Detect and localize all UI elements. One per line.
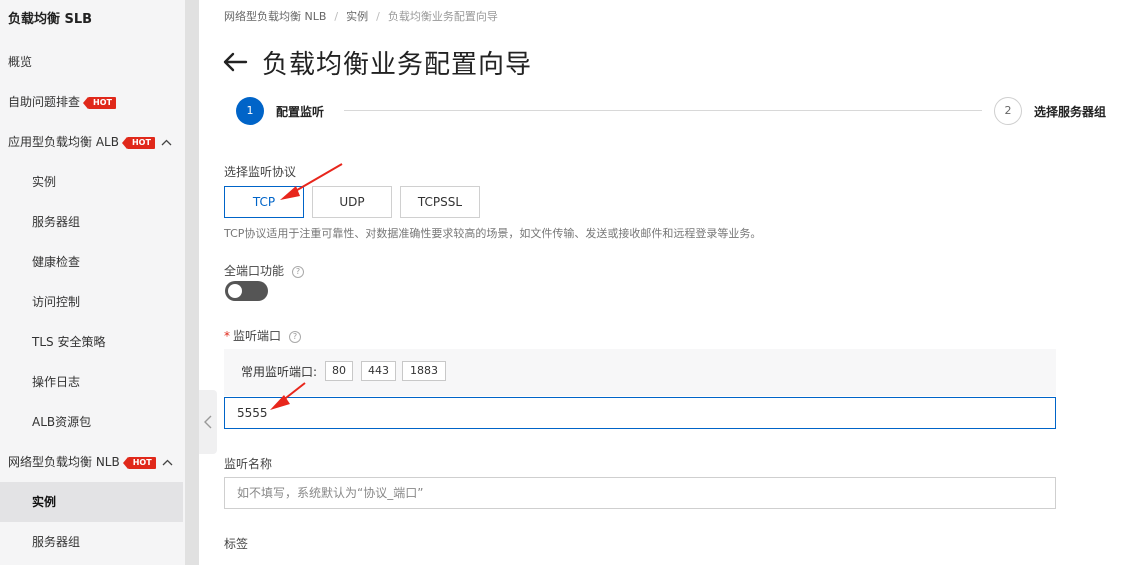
- step-label: 选择服务器组: [1034, 104, 1107, 119]
- breadcrumb: 网络型负载均衡 NLB / 实例 / 负载均衡业务配置向导: [224, 8, 498, 24]
- sidebar-item-access-control[interactable]: 访问控制: [0, 282, 183, 322]
- sidebar-group-nlb[interactable]: 网络型负载均衡 NLB HOT: [0, 442, 183, 482]
- hot-badge: HOT: [83, 96, 116, 109]
- chevron-up-icon[interactable]: [161, 123, 172, 163]
- sidebar-item-label: 服务器组: [32, 215, 81, 229]
- breadcrumb-item-instances[interactable]: 实例: [346, 10, 368, 23]
- help-icon[interactable]: ?: [289, 330, 302, 343]
- sidebar-item-label: 网络型负载均衡 NLB: [8, 455, 120, 469]
- listener-port-label-text: 监听端口: [233, 329, 282, 343]
- step-select-server-group: 2 选择服务器组: [994, 97, 1106, 125]
- listener-port-label: * 监听端口?: [224, 327, 302, 344]
- common-ports-panel: 常用监听端口: 80 443 1883: [224, 349, 1056, 396]
- sidebar-item-label: 概览: [8, 55, 33, 69]
- listener-name-input[interactable]: [224, 477, 1056, 509]
- sidebar-item-label: 应用型负载均衡 ALB: [8, 135, 119, 149]
- protocol-tcpssl-button[interactable]: TCPSSL: [400, 186, 480, 218]
- sidebar-item-label: 实例: [32, 495, 57, 509]
- page-title: 负载均衡业务配置向导: [262, 49, 533, 80]
- sidebar-item-label: 实例: [32, 175, 57, 189]
- breadcrumb-item-current: 负载均衡业务配置向导: [387, 10, 498, 23]
- port-tag-443[interactable]: 443: [361, 361, 396, 381]
- sidebar-item-tls-policy[interactable]: TLS 安全策略: [0, 322, 183, 362]
- sidebar-item-alb-instances[interactable]: 实例: [0, 162, 183, 202]
- sidebar-item-label: 操作日志: [32, 375, 81, 389]
- sidebar-item-overview[interactable]: 概览: [0, 42, 183, 82]
- sidebar-group-alb[interactable]: 应用型负载均衡 ALB HOT: [0, 122, 183, 162]
- sidebar-item-troubleshoot[interactable]: 自助问题排查 HOT: [0, 82, 183, 122]
- sidebar-item-alb-server-groups[interactable]: 服务器组: [0, 202, 183, 242]
- sidebar-scrollbar[interactable]: [185, 0, 199, 565]
- toggle-knob: [228, 284, 242, 298]
- protocol-tcp-button[interactable]: TCP: [224, 186, 304, 218]
- breadcrumb-separator: /: [376, 10, 380, 23]
- tags-label: 标签: [224, 537, 249, 551]
- step-label: 配置监听: [276, 104, 325, 119]
- breadcrumb-separator: /: [334, 10, 339, 23]
- sidebar: 负载均衡 SLB 概览 自助问题排查 HOT 应用型负载均衡 ALB HOT 实例 …: [0, 0, 186, 565]
- port-tag-80[interactable]: 80: [325, 361, 353, 381]
- breadcrumb-item-nlb[interactable]: 网络型负载均衡 NLB: [224, 10, 326, 23]
- sidebar-collapse-handle[interactable]: [199, 390, 217, 454]
- protocol-description: TCP协议适用于注重可靠性、对数据准确性要求较高的场景，如文件传输、发送或接收邮…: [224, 227, 762, 240]
- step-number: 1: [236, 97, 264, 125]
- sidebar-item-nlb-instances[interactable]: 实例: [0, 482, 183, 522]
- common-ports-label: 常用监听端口:: [241, 365, 318, 379]
- all-ports-label: 全端口功能?: [224, 262, 305, 279]
- listener-name-label: 监听名称: [224, 457, 273, 471]
- sidebar-item-label: 访问控制: [32, 295, 81, 309]
- step-configure-listener: 1 配置监听: [236, 97, 324, 125]
- sidebar-item-health-check[interactable]: 健康检查: [0, 242, 183, 282]
- step-number: 2: [994, 97, 1022, 125]
- all-ports-label-text: 全端口功能: [224, 264, 285, 278]
- sidebar-item-label: ALB资源包: [32, 415, 92, 429]
- protocol-udp-button[interactable]: UDP: [312, 186, 392, 218]
- hot-badge: HOT: [122, 456, 156, 469]
- sidebar-item-label: 健康检查: [32, 255, 81, 269]
- all-ports-toggle[interactable]: [225, 281, 268, 301]
- sidebar-item-alb-package[interactable]: ALB资源包: [0, 402, 183, 442]
- required-mark: *: [224, 329, 230, 343]
- chevron-left-icon: [204, 415, 212, 429]
- sidebar-item-label: 自助问题排查: [8, 95, 81, 109]
- port-tag-1883[interactable]: 1883: [402, 361, 446, 381]
- protocol-label: 选择监听协议: [224, 165, 297, 179]
- sidebar-title: 负载均衡 SLB: [8, 12, 93, 27]
- help-icon[interactable]: ?: [292, 265, 305, 278]
- step-connector: [344, 110, 982, 111]
- sidebar-item-label: TLS 安全策略: [32, 335, 106, 349]
- sidebar-item-nlb-server-groups[interactable]: 服务器组: [0, 522, 183, 562]
- back-arrow-icon[interactable]: [222, 51, 248, 73]
- chevron-up-icon[interactable]: [162, 443, 173, 483]
- sidebar-item-operation-log[interactable]: 操作日志: [0, 362, 183, 402]
- listener-port-input[interactable]: [224, 397, 1056, 429]
- hot-badge: HOT: [121, 136, 155, 149]
- sidebar-item-label: 服务器组: [32, 535, 81, 549]
- page-header: 负载均衡业务配置向导: [222, 44, 532, 80]
